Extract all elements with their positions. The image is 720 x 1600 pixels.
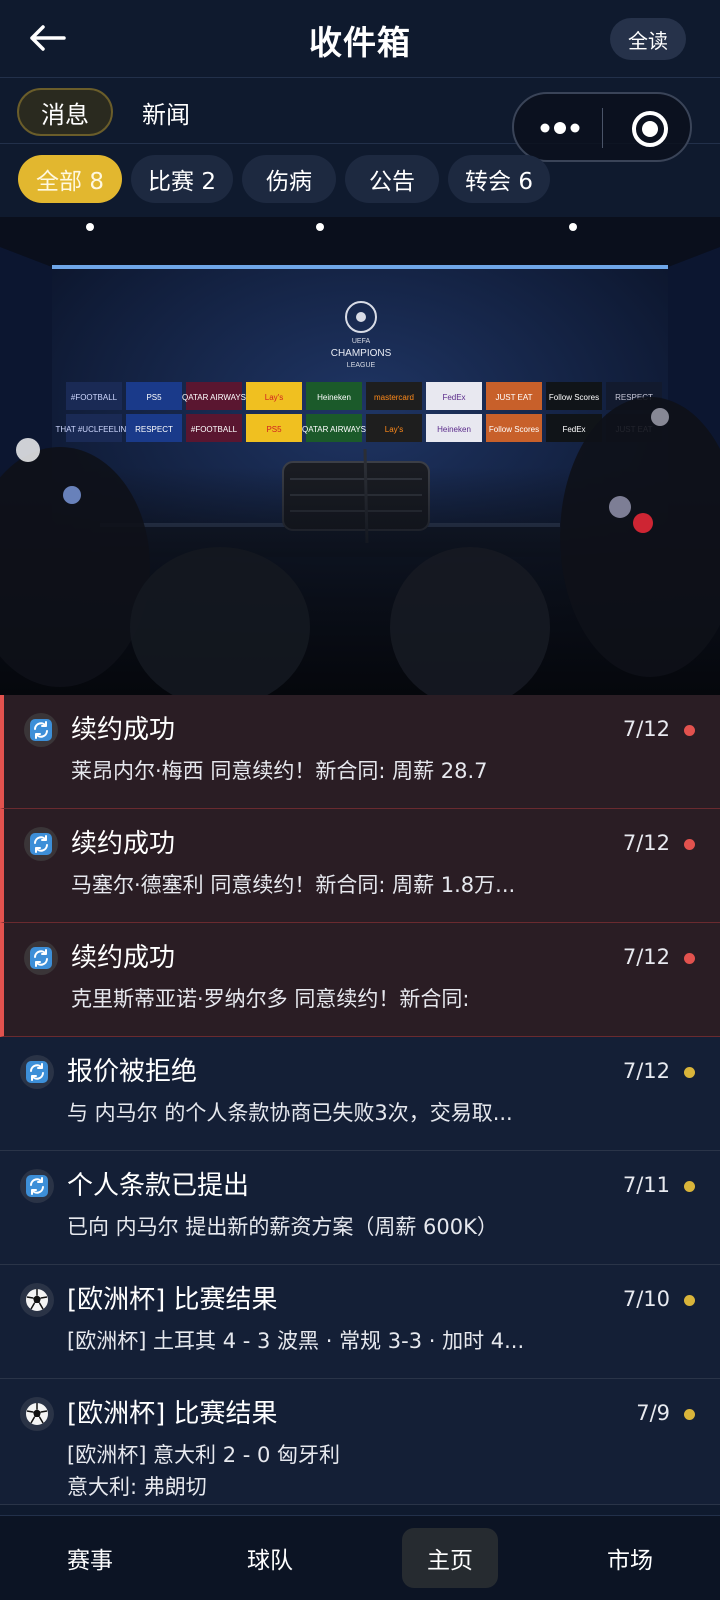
message-preview: 已向 内马尔 提出新的薪资方案（周薪 600K） [67,1215,498,1239]
transfer-icon [20,1169,54,1203]
message-date: 7/12 [622,1059,670,1083]
header: 收件箱 全读 [0,0,720,78]
message-date: 7/12 [622,831,670,855]
sponsor-label: Follow Scores [489,425,539,434]
tab-news[interactable]: 新闻 [120,88,212,136]
nav-matches[interactable]: 赛事 [42,1528,138,1588]
sponsor-label: QATAR AIRWAYS [182,393,246,402]
sponsor-label: PS5 [266,425,282,434]
sponsor-label: RESPECT [135,425,173,434]
sponsor-label: Heineken [317,393,351,402]
transfer-icon [24,713,58,747]
sponsor-label: FedEx [562,425,585,434]
message-title: 个人条款已提出 [67,1171,250,1201]
message-title: 续约成功 [71,943,176,973]
message-preview-line-2: 意大利: 弗朗切 [67,1475,207,1499]
filter-bar: 全部 8 比赛 2 伤病 公告 转会 6 [0,145,720,217]
press-room-illustration: UEFA CHAMPIONS LEAGUE #FOOTBALL PS5 QATAR … [0,217,720,695]
sponsor-label: #FOOTBALL [191,425,238,434]
sponsor-label: PS5 [146,393,162,402]
message-item[interactable]: [欧洲杯] 比赛结果 [欧洲杯] 意大利 2 - 0 匈牙利 意大利: 弗朗切 7/9 [0,1379,720,1505]
message-title: [欧洲杯] 比赛结果 [67,1399,278,1429]
nav-home[interactable]: 主页 [402,1528,498,1588]
sponsor-label: Follow Scores [549,393,599,402]
message-date: 7/9 [636,1401,670,1425]
soccer-ball-icon [20,1397,54,1431]
emblem-line-1: UEFA [352,338,371,345]
message-preview: 马塞尔·德塞利 同意续约！新合同: 周薪 1.8万... [71,873,516,897]
sponsor-label: FedEx [442,393,465,402]
filter-matches[interactable]: 比赛 2 [131,155,233,203]
emblem-line-2: CHAMPIONS [331,348,392,359]
soccer-ball-icon [20,1283,54,1317]
filter-all[interactable]: 全部 8 [18,155,122,203]
press-conference-banner: UEFA CHAMPIONS LEAGUE #FOOTBALL PS5 QATAR … [0,217,720,695]
message-title: [欧洲杯] 比赛结果 [67,1285,278,1315]
message-preview: [欧洲杯] 意大利 2 - 0 匈牙利 [67,1443,341,1467]
unread-indicator [684,839,695,850]
message-preview: 与 内马尔 的个人条款协商已失败3次，交易取... [67,1101,513,1125]
message-item[interactable]: 续约成功莱昂内尔·梅西 同意续约！新合同: 周薪 28.7 7/12 [0,695,720,809]
sponsor-row-2: THAT #UCLFEELING RESPECT #FOOTBALL PS5 QATAR… [55,414,662,442]
message-item[interactable]: 个人条款已提出已向 内马尔 提出新的薪资方案（周薪 600K） 7/11 [0,1151,720,1265]
sponsor-label: JUST EAT [495,393,532,402]
message-preview: 莱昂内尔·梅西 同意续约！新合同: 周薪 28.7 [71,759,488,783]
capsule-divider [602,108,603,148]
message-date: 7/10 [622,1287,670,1311]
sponsor-label: #FOOTBALL [71,393,118,402]
message-date: 7/12 [622,945,670,969]
unread-indicator [684,725,695,736]
status-indicator [684,1409,695,1420]
message-preview: [欧洲杯] 土耳其 4 - 3 波黑 · 常规 3-3 · 加时 4... [67,1329,525,1353]
more-options-icon[interactable] [539,116,581,140]
transfer-icon [24,941,58,975]
transfer-icon [20,1055,54,1089]
message-title: 报价被拒绝 [67,1057,198,1087]
tab-messages[interactable]: 消息 [17,88,113,136]
filter-transfers[interactable]: 转会 6 [448,155,550,203]
sponsor-label: QATAR AIRWAYS [302,425,366,434]
sponsor-label: Lay's [385,425,403,434]
message-item[interactable]: [欧洲杯] 比赛结果 [欧洲杯] 土耳其 4 - 3 波黑 · 常规 3-3 · … [0,1265,720,1379]
status-indicator [684,1067,695,1078]
message-date: 7/12 [622,717,670,741]
message-title: 续约成功 [71,829,176,859]
sponsor-label: Lay's [265,393,283,402]
filter-injuries[interactable]: 伤病 [242,155,336,203]
read-all-button[interactable]: 全读 [610,18,686,60]
sponsor-label: mastercard [374,393,414,402]
transfer-icon [24,827,58,861]
sponsor-label: THAT #UCLFEELING [55,425,132,434]
filter-announcements[interactable]: 公告 [345,155,439,203]
message-item[interactable]: 续约成功马塞尔·德塞利 同意续约！新合同: 周薪 1.8万... 7/12 [0,809,720,923]
close-target-icon[interactable] [630,109,670,149]
nav-team[interactable]: 球队 [222,1528,318,1588]
message-title: 续约成功 [71,715,176,745]
message-date: 7/11 [622,1173,670,1197]
emblem-line-3: LEAGUE [347,362,376,369]
message-item[interactable]: 续约成功克里斯蒂亚诺·罗纳尔多 同意续约！新合同: 7/12 [0,923,720,1037]
sponsor-label: Heineken [437,425,471,434]
bottom-nav: 赛事 球队 主页 市场 [0,1515,720,1600]
nav-market[interactable]: 市场 [582,1528,678,1588]
message-item[interactable]: 报价被拒绝与 内马尔 的个人条款协商已失败3次，交易取... 7/12 [0,1037,720,1151]
status-indicator [684,1295,695,1306]
message-preview: 克里斯蒂亚诺·罗纳尔多 同意续约！新合同: [71,987,470,1011]
status-indicator [684,1181,695,1192]
unread-indicator [684,953,695,964]
